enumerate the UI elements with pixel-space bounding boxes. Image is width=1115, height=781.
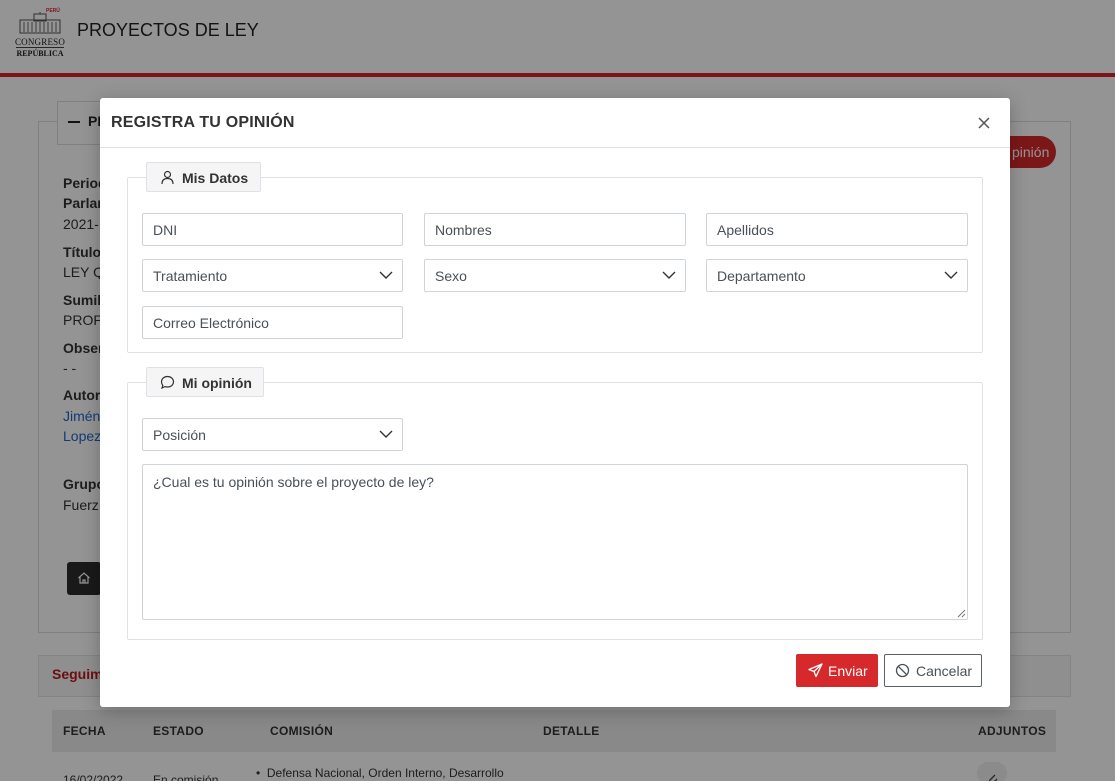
cancel-button-label: Cancelar (916, 663, 973, 679)
chevron-down-icon (379, 271, 393, 279)
departamento-select-value: Departamento (717, 268, 806, 284)
modal-title: REGISTRA TU OPINIÓN (111, 114, 295, 131)
ban-icon (895, 663, 910, 678)
opinion-legend: Mi opinión (146, 367, 264, 397)
chevron-down-icon (662, 271, 676, 279)
send-button[interactable]: Enviar (796, 654, 878, 687)
close-button[interactable] (974, 113, 994, 133)
sexo-select-value: Sexo (435, 268, 467, 284)
personal-data-legend: Mis Datos (146, 162, 261, 192)
send-button-label: Enviar (828, 663, 868, 679)
resize-handle-icon[interactable] (957, 609, 966, 618)
opinion-textarea[interactable] (142, 464, 968, 620)
user-icon (161, 170, 174, 185)
modal-header: REGISTRA TU OPINIÓN (100, 98, 1010, 148)
nombres-input[interactable] (424, 213, 686, 246)
opinion-legend-text: Mi opinión (182, 375, 252, 391)
personal-data-legend-text: Mis Datos (182, 170, 249, 186)
posicion-select[interactable]: Posición (142, 418, 403, 451)
send-icon (808, 663, 823, 678)
apellidos-input[interactable] (706, 213, 968, 246)
close-icon (978, 117, 990, 129)
chevron-down-icon (944, 271, 958, 279)
posicion-select-value: Posición (153, 427, 206, 443)
correo-input[interactable] (142, 306, 403, 339)
sexo-select[interactable]: Sexo (424, 259, 686, 292)
chat-bubble-icon (160, 375, 175, 390)
opinion-modal: REGISTRA TU OPINIÓN Mis Datos Tratamient… (100, 98, 1010, 707)
chevron-down-icon (379, 430, 393, 438)
tratamiento-select-value: Tratamiento (153, 268, 228, 284)
dni-input[interactable] (142, 213, 403, 246)
tratamiento-select[interactable]: Tratamiento (142, 259, 403, 292)
departamento-select[interactable]: Departamento (706, 259, 968, 292)
cancel-button[interactable]: Cancelar (884, 654, 982, 687)
